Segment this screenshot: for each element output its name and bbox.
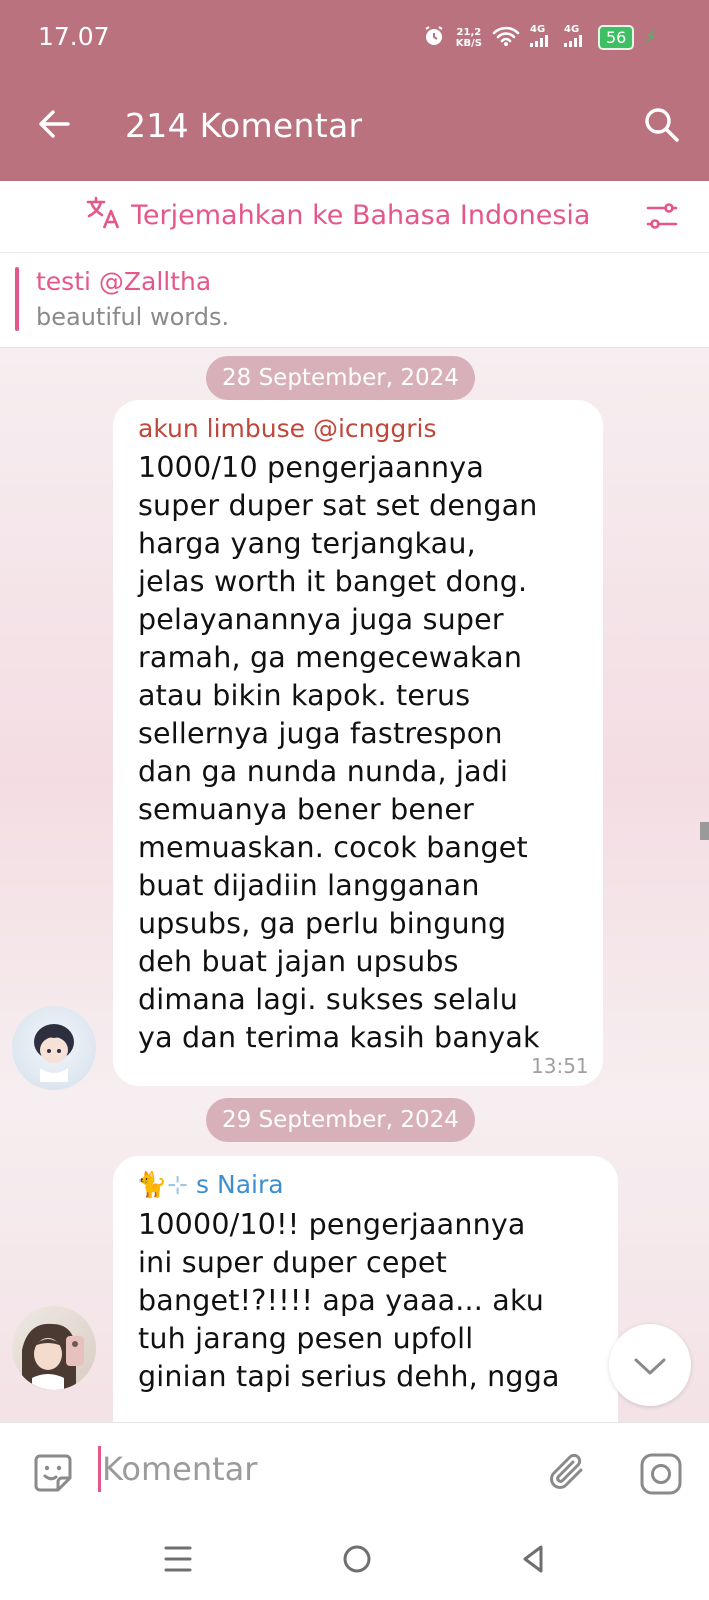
avatar[interactable] xyxy=(12,1006,96,1090)
pinned-accent-bar xyxy=(15,267,19,331)
attach-button[interactable] xyxy=(545,1450,589,1494)
translate-label[interactable]: Terjemahkan ke Bahasa Indonesia xyxy=(131,200,590,231)
menu-lines-icon xyxy=(164,1546,192,1572)
signal-icon-1: 4G xyxy=(530,25,554,50)
alarm-icon xyxy=(422,24,446,51)
date-chip: 28 September, 2024 xyxy=(206,356,475,400)
circle-home-icon xyxy=(343,1545,371,1573)
nav-home-button[interactable] xyxy=(341,1543,373,1575)
sticker-icon xyxy=(34,1454,72,1492)
comment-author[interactable]: akun limbuse @icnggris xyxy=(138,414,437,443)
comment-bubble[interactable]: akun limbuse @icnggris 1000/10 pengerjaa… xyxy=(113,400,603,1086)
pinned-text: beautiful words. xyxy=(36,303,230,331)
translate-icon xyxy=(86,196,120,230)
back-button[interactable] xyxy=(34,104,74,144)
comment-author[interactable]: 🐈⊹ s Naira xyxy=(136,1170,284,1200)
triangle-back-icon xyxy=(523,1545,543,1573)
comment-time: 13:51 xyxy=(531,1054,589,1078)
search-icon xyxy=(645,108,679,142)
author-emoji: 🐈⊹ xyxy=(136,1170,189,1199)
wifi-icon xyxy=(492,25,520,50)
net-speed: 21,2 KB/S xyxy=(455,26,482,49)
arrow-left-icon xyxy=(39,110,70,138)
sticker-button[interactable] xyxy=(30,1450,76,1496)
date-chip: 29 September, 2024 xyxy=(206,1098,475,1142)
page-title: 214 Komentar xyxy=(125,106,363,145)
camera-button[interactable] xyxy=(638,1451,684,1497)
comment-list[interactable]: 28 September, 2024 akun limbuse @icnggri… xyxy=(0,348,709,1422)
scrollbar-handle[interactable] xyxy=(700,822,709,840)
instagram-camera-icon xyxy=(640,1453,682,1495)
comment-text: 1000/10 pengerjaannya super duper sat se… xyxy=(138,451,540,1054)
battery-level: 56 xyxy=(598,25,635,50)
nav-recents-button[interactable] xyxy=(162,1544,194,1574)
text-caret xyxy=(98,1446,101,1492)
tune-icon[interactable] xyxy=(646,200,678,232)
app-header: 17.07 21,2 KB/S 4G 4G 56 ⚡ 214 Komentar xyxy=(0,0,709,181)
comment-text: 10000/10!! pengerjaannya ini super duper… xyxy=(138,1208,560,1393)
charging-icon: ⚡ xyxy=(644,27,657,48)
avatar[interactable] xyxy=(12,1306,96,1390)
status-icons: 21,2 KB/S 4G 4G 56 ⚡ xyxy=(422,24,657,51)
comment-input[interactable] xyxy=(102,1446,522,1492)
pinned-author: testi @Zalltha xyxy=(36,267,212,296)
comment-bubble[interactable]: 🐈⊹ s Naira 10000/10!! pengerjaannya ini … xyxy=(113,1156,618,1422)
scroll-down-button[interactable] xyxy=(609,1324,691,1406)
signal-icon-2: 4G xyxy=(564,25,588,50)
nav-back-button[interactable] xyxy=(519,1543,547,1575)
search-button[interactable] xyxy=(643,106,681,144)
chevron-down-icon xyxy=(634,1358,666,1375)
status-time: 17.07 xyxy=(38,22,110,51)
paperclip-icon xyxy=(550,1453,583,1489)
